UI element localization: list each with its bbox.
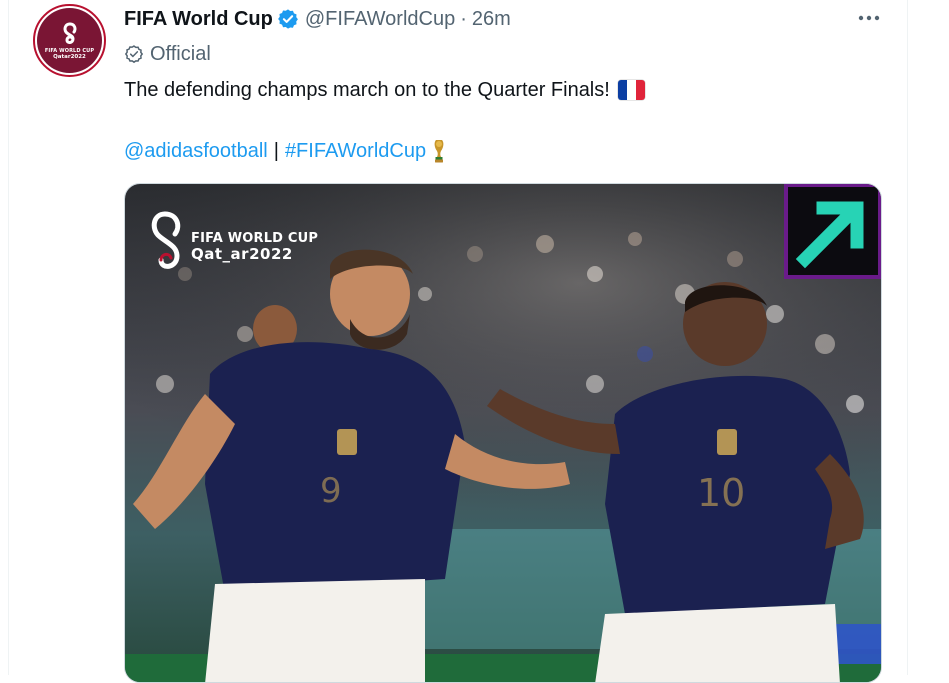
display-name[interactable]: FIFA World Cup [124, 8, 273, 31]
official-label-row: Official [124, 40, 211, 68]
avatar[interactable]: FIFA WORLD CUP Qatar2022 [33, 4, 106, 77]
tweet-links: @adidasfootball | #FIFAWorldCup [124, 137, 446, 165]
trophy-icon [432, 138, 446, 164]
mention-link[interactable]: @adidasfootball [124, 140, 268, 163]
handle[interactable]: @FIFAWorldCup [305, 8, 455, 31]
tweet-header: FIFA World Cup @FIFAWorldCup · 26m [124, 5, 511, 33]
overlay-line-1: FIFA WORLD CUP [191, 231, 319, 246]
more-dots-icon [858, 15, 880, 21]
official-label: Official [150, 42, 211, 65]
tweet-photo[interactable]: 9 10 FIFA WORLD CUP Qat_ar2022 [124, 183, 882, 683]
arrow-up-right-icon [784, 184, 881, 279]
hashtag-link[interactable]: #FIFAWorldCup [285, 140, 426, 163]
jersey-number-right: 10 [697, 471, 745, 515]
avatar-logo-line-2: Qatar2022 [53, 53, 86, 60]
jersey-number-left: 9 [320, 471, 342, 511]
france-flag-icon [617, 80, 645, 100]
tweet-card[interactable]: FIFA WORLD CUP Qatar2022 FIFA World Cup … [0, 0, 949, 683]
fifa-qatar-logo: FIFA WORLD CUP Qatar2022 [37, 8, 102, 73]
header-separator: · [460, 7, 467, 30]
verified-badge-icon [277, 8, 299, 30]
tweet-text: The defending champs march on to the Qua… [124, 76, 645, 104]
official-badge-icon [124, 45, 144, 64]
link-separator: | [273, 139, 279, 162]
timestamp[interactable]: 26m [472, 8, 511, 31]
more-options-button[interactable] [852, 4, 886, 32]
qatar-emblem-icon [63, 22, 76, 44]
overlay-line-2: Qat_ar2022 [191, 245, 293, 263]
tweet-body: The defending champs march on to the Qua… [124, 78, 610, 101]
media-overlay-logo: FIFA WORLD CUP Qat_ar2022 [191, 231, 319, 263]
